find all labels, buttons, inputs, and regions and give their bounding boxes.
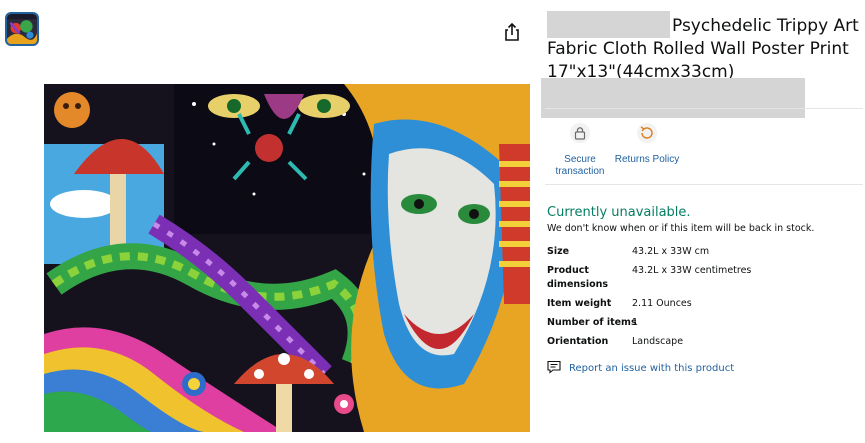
spec-weight-value: 2.11 Ounces [632, 298, 692, 309]
redacted-brand [547, 11, 670, 38]
report-issue-label: Report an issue with this product [569, 363, 735, 374]
share-icon[interactable] [502, 22, 522, 42]
spec-size-label: Size [547, 246, 570, 257]
spec-dimensions-value: 43.2L x 33W centimetres [632, 265, 752, 276]
spec-items-label: Number of items [547, 317, 637, 328]
spec-size-value: 43.2L x 33W cm [632, 246, 710, 257]
product-main-image[interactable] [44, 84, 530, 432]
spec-weight-label: Item weight [547, 298, 612, 309]
divider [545, 108, 863, 109]
product-title: Psychedelic Trippy Art Fabric Cloth Roll… [547, 11, 865, 84]
availability-note: We don't know when or if this item will … [547, 223, 815, 234]
report-issue-link[interactable]: Report an issue with this product [547, 360, 734, 377]
thumbnail-art [7, 14, 37, 44]
badge-secure-transaction[interactable]: Secure transaction [552, 122, 608, 178]
badge-secure-label: Secure transaction [555, 154, 605, 177]
divider [545, 184, 863, 185]
lock-icon [552, 122, 608, 148]
image-thumbnail[interactable] [5, 12, 39, 46]
badge-returns-label: Returns Policy [614, 154, 680, 165]
report-icon [547, 360, 561, 377]
spec-items-value: 1 [632, 317, 639, 328]
spec-dimensions-label: Product dimensions [547, 265, 609, 290]
spec-orientation-value: Landscape [632, 336, 684, 347]
badge-returns-policy[interactable]: Returns Policy [612, 122, 682, 166]
availability-status: Currently unavailable. [547, 205, 691, 220]
spec-orientation-label: Orientation [547, 336, 609, 347]
redacted-block [541, 78, 805, 118]
returns-icon [612, 122, 682, 148]
